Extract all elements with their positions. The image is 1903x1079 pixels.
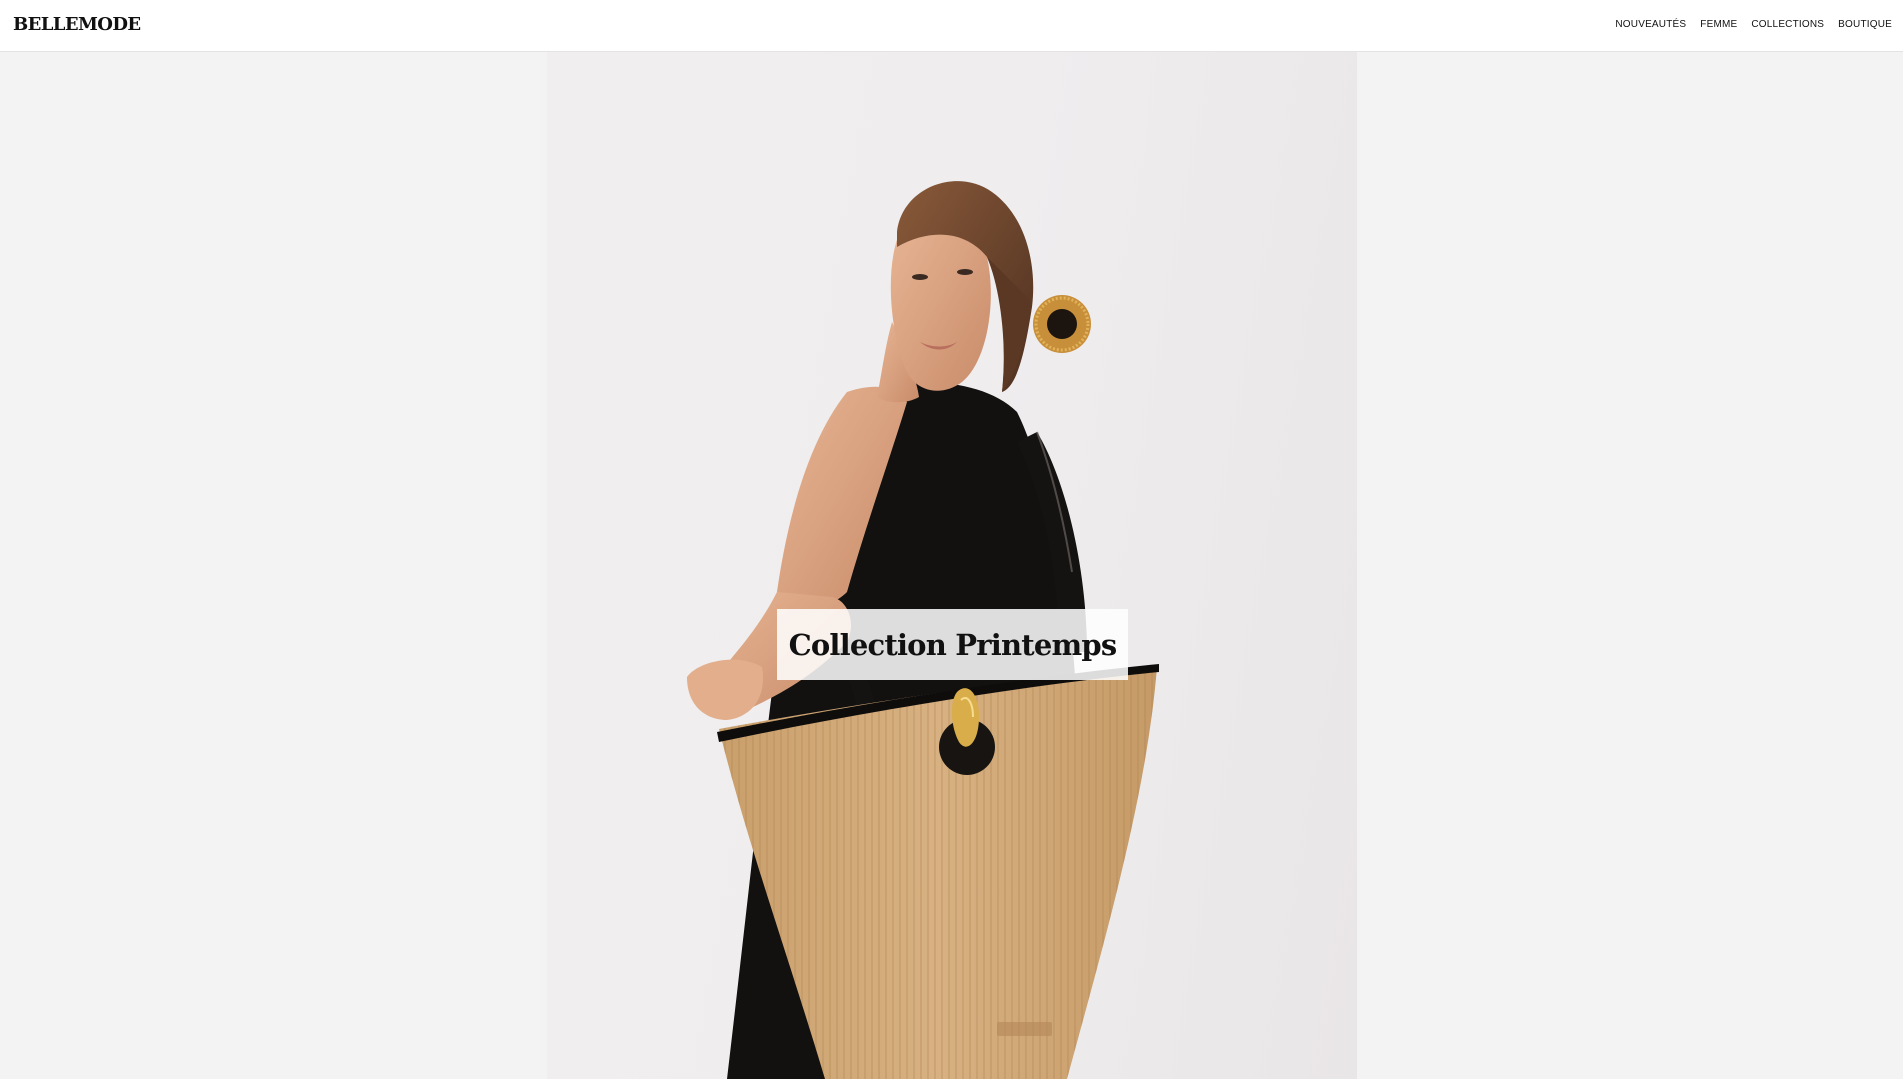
nav-item-boutique[interactable]: BOUTIQUE bbox=[1838, 19, 1892, 30]
hero-title-box: Collection Printemps bbox=[777, 609, 1128, 680]
hero-title: Collection Printemps bbox=[788, 627, 1118, 662]
nav-item-nouveautes[interactable]: NOUVEAUTÉS bbox=[1615, 19, 1686, 30]
nav-item-femme[interactable]: FEMME bbox=[1700, 19, 1737, 30]
hero-image bbox=[547, 52, 1357, 1079]
nav-item-collections[interactable]: COLLECTIONS bbox=[1751, 19, 1824, 30]
site-logo[interactable]: BELLEMODE bbox=[13, 14, 141, 35]
hero-section: Collection Printemps bbox=[0, 52, 1903, 1079]
main-nav: NOUVEAUTÉS FEMME COLLECTIONS BOUTIQUE bbox=[1615, 19, 1892, 30]
site-header: BELLEMODE NOUVEAUTÉS FEMME COLLECTIONS B… bbox=[0, 0, 1903, 52]
